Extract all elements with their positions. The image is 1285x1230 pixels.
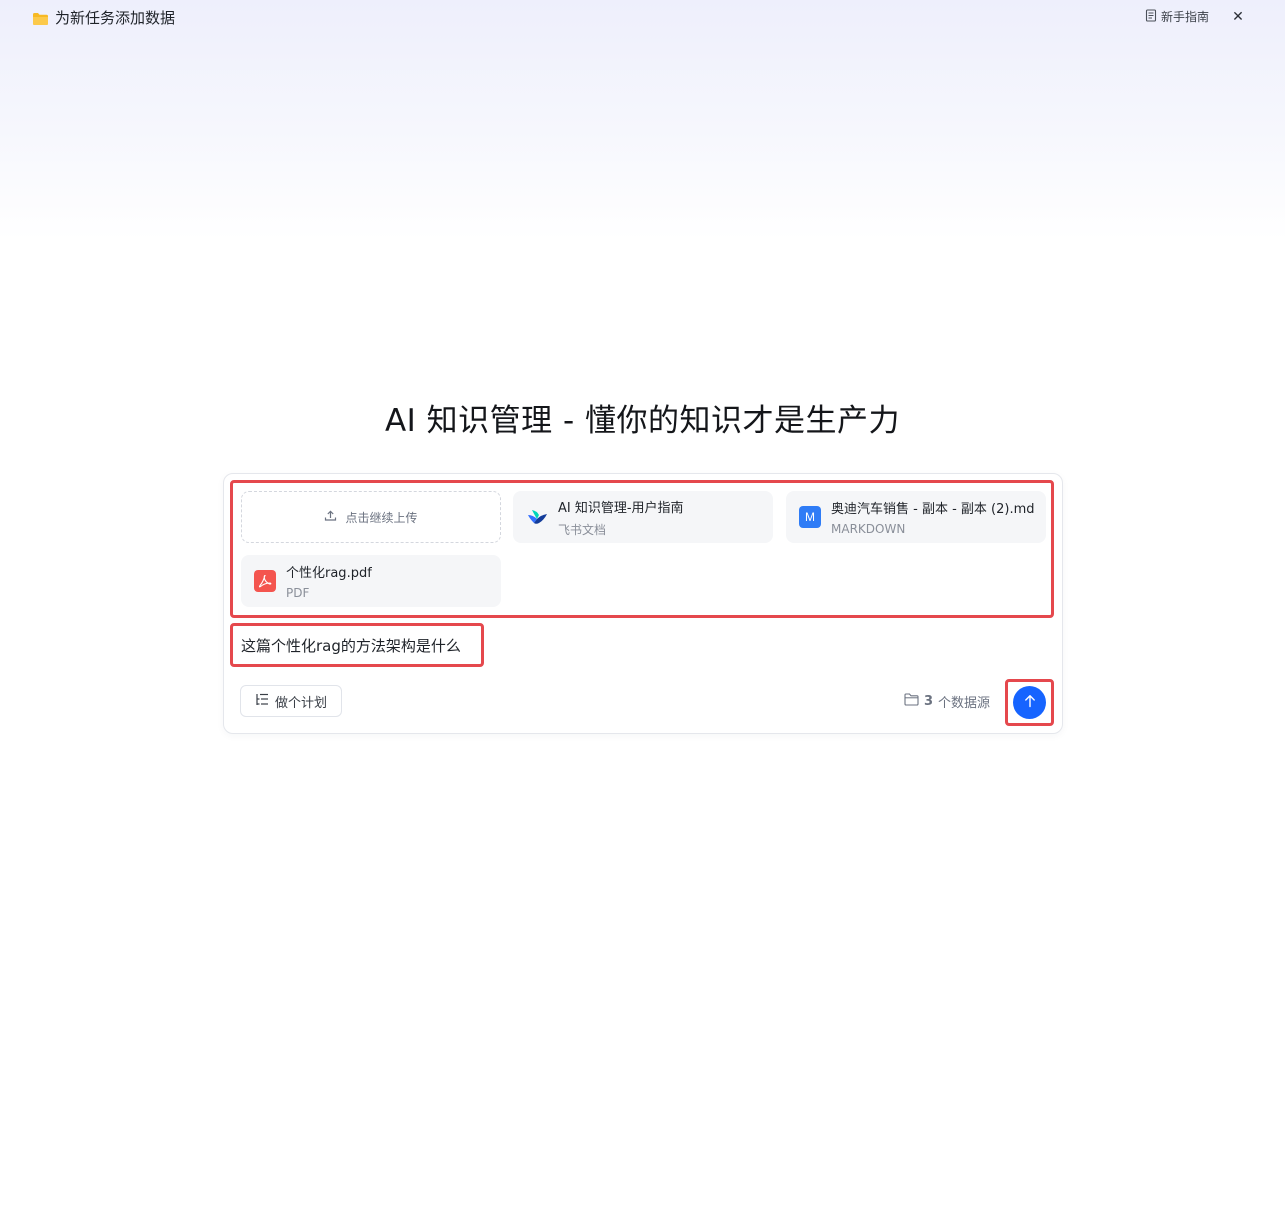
chat-input-card: 点击继续上传 AI 知识管理-用户指南 飞书文档 M 奥迪汽车销售 - 副本 -… xyxy=(223,473,1063,734)
file-name: 个性化rag.pdf xyxy=(286,566,372,581)
query-input[interactable]: 这篇个性化rag的方法架构是什么 xyxy=(230,623,484,667)
pdf-icon xyxy=(254,570,276,592)
file-type: 飞书文档 xyxy=(558,522,607,537)
upload-icon xyxy=(324,509,337,525)
markdown-icon: M xyxy=(799,506,821,528)
folder-icon xyxy=(32,11,49,25)
page-headline: AI 知识管理 - 懂你的知识才是生产力 xyxy=(384,403,901,439)
send-button-frame xyxy=(1005,679,1054,726)
file-card[interactable]: AI 知识管理-用户指南 飞书文档 xyxy=(513,491,773,543)
file-type: PDF xyxy=(286,586,310,600)
file-type: MARKDOWN xyxy=(831,522,906,536)
guide-label: 新手指南 xyxy=(1160,10,1209,24)
dialog-title-area: 为新任务添加数据 xyxy=(32,7,175,28)
file-card[interactable]: 个性化rag.pdf PDF xyxy=(241,555,501,607)
data-sources-label: 个数据源 xyxy=(938,696,991,711)
guide-link[interactable]: 新手指南 xyxy=(1145,8,1209,25)
close-icon[interactable]: ✕ xyxy=(1231,9,1245,25)
dialog-title: 为新任务添加数据 xyxy=(55,9,176,27)
folder-outline-icon xyxy=(904,693,919,710)
arrow-up-icon xyxy=(1023,693,1037,712)
file-name: AI 知识管理-用户指南 xyxy=(558,500,684,516)
send-button[interactable] xyxy=(1013,686,1046,719)
top-bar: 为新任务添加数据 新手指南 ✕ xyxy=(0,0,1285,34)
plan-list-icon xyxy=(255,693,269,710)
feishu-doc-icon xyxy=(526,506,548,528)
upload-label: 点击继续上传 xyxy=(345,510,418,525)
data-sources-indicator[interactable]: 3 个数据源 xyxy=(904,692,990,711)
make-plan-button[interactable]: 做个计划 xyxy=(240,685,342,717)
attached-files-area: 点击继续上传 AI 知识管理-用户指南 飞书文档 M 奥迪汽车销售 - 副本 -… xyxy=(230,480,1054,618)
file-name: 奥迪汽车销售 - 副本 - 副本 (2).md xyxy=(831,502,1035,517)
plan-label: 做个计划 xyxy=(274,695,327,711)
data-sources-count: 3 xyxy=(924,694,934,709)
guide-doc-icon xyxy=(1145,8,1157,25)
upload-more-button[interactable]: 点击继续上传 xyxy=(241,491,501,543)
file-card[interactable]: M 奥迪汽车销售 - 副本 - 副本 (2).md MARKDOWN xyxy=(786,491,1046,543)
